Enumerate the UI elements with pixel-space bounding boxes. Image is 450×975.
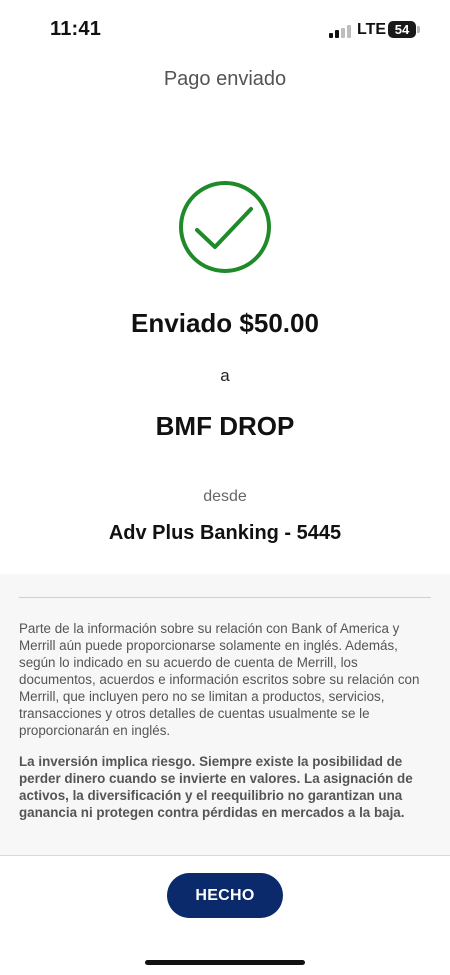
battery-icon: 54 [388, 21, 416, 38]
to-label: a [220, 366, 230, 385]
footer: HECHO [0, 857, 450, 975]
from-label: desde [203, 488, 247, 505]
language-disclosure: Parte de la información sobre su relació… [19, 621, 420, 738]
done-button[interactable]: HECHO [167, 873, 283, 918]
source-account: Adv Plus Banking - 5445 [108, 522, 342, 544]
status-time: 11:41 [50, 18, 102, 40]
page-title: Pago enviado [163, 68, 287, 90]
divider [19, 597, 431, 598]
cellular-signal-icon [329, 25, 351, 38]
risk-disclosure: La inversión implica riesgo. Siempre exi… [19, 754, 413, 820]
status-bar: 11:41 LTE 54 [0, 0, 450, 58]
network-type: LTE [357, 21, 387, 38]
sent-amount: Enviado $50.00 [131, 308, 319, 338]
disclosure-section: Parte de la información sobre su relació… [0, 574, 450, 856]
home-indicator[interactable] [145, 960, 305, 965]
checkmark-circle-icon [179, 181, 271, 273]
battery-tip [417, 26, 420, 33]
recipient-name: BMF DROP [155, 411, 295, 441]
